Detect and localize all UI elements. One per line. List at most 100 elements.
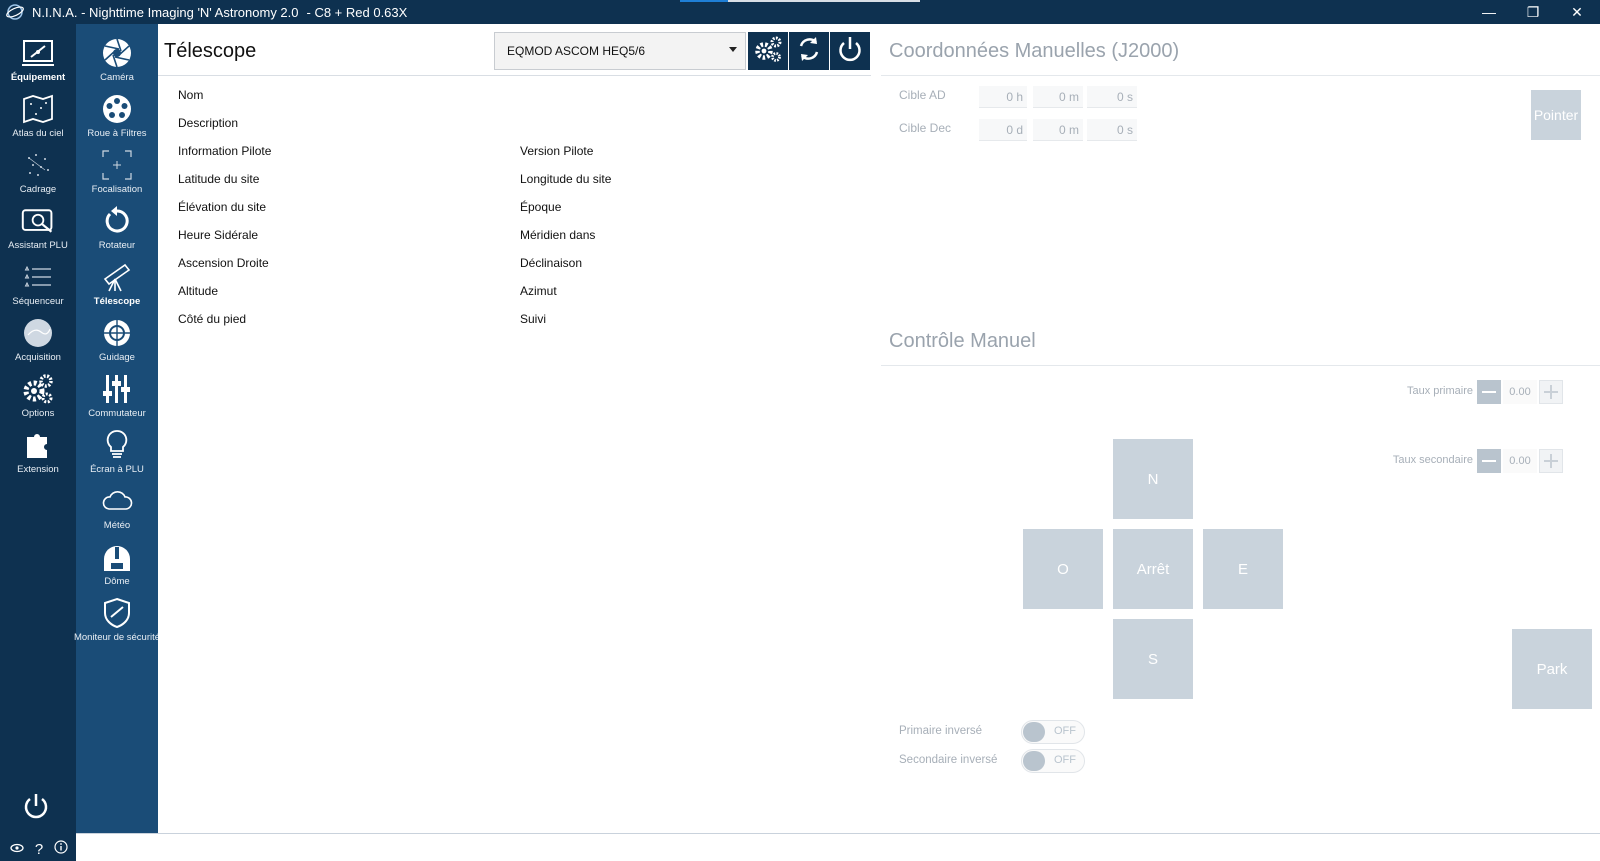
move-east-button[interactable]: E xyxy=(1203,529,1283,609)
nav-sky-atlas[interactable]: Atlas du ciel xyxy=(0,88,76,144)
nav-dome[interactable]: Dôme xyxy=(76,536,158,592)
filter-wheel-icon xyxy=(100,92,134,126)
property-label-epoch: Époque xyxy=(520,200,562,214)
nav-imaging[interactable]: Acquisition xyxy=(0,312,76,368)
framing-icon xyxy=(21,148,55,182)
telescope-header: Télescope EQMOD ASCOM HEQ5/6 xyxy=(158,24,871,76)
divider xyxy=(881,75,1600,76)
secondary-reversed-toggle[interactable]: OFF xyxy=(1021,749,1085,773)
nav-weather[interactable]: Météo xyxy=(76,480,158,536)
nav-telescope[interactable]: Télescope xyxy=(76,256,158,312)
sequencer-icon xyxy=(21,260,55,294)
property-label-right-ascension: Ascension Droite xyxy=(178,256,269,270)
move-south-button[interactable]: S xyxy=(1113,619,1193,699)
window-title: N.I.N.A. - Nighttime Imaging 'N' Astrono… xyxy=(32,4,299,20)
property-label-driver-info: Information Pilote xyxy=(178,144,272,158)
primary-reversed-label: Primaire inversé xyxy=(899,725,983,737)
rescan-devices-button[interactable] xyxy=(789,32,829,70)
nav-flat-panel[interactable]: Écran à PLU xyxy=(76,424,158,480)
sky-atlas-icon xyxy=(21,92,55,126)
property-label-altitude: Altitude xyxy=(178,284,219,298)
nav-options[interactable]: Options xyxy=(0,368,76,424)
nav-framing[interactable]: Cadrage xyxy=(0,144,76,200)
dome-icon xyxy=(100,540,134,574)
main-content: Télescope EQMOD ASCOM HEQ5/6 Nom Descrip… xyxy=(158,24,1600,833)
toggle-knob xyxy=(1023,751,1045,771)
nav-rotator[interactable]: Rotateur xyxy=(76,200,158,256)
target-dec-degrees[interactable]: 0 d xyxy=(979,119,1027,141)
divider xyxy=(881,365,1600,366)
help-icon[interactable]: ? xyxy=(35,841,43,858)
nav-camera[interactable]: Caméra xyxy=(76,32,158,88)
connect-button[interactable] xyxy=(830,32,870,70)
property-label-site-latitude: Latitude du site xyxy=(178,172,260,186)
equipment-icon xyxy=(21,36,55,70)
nav-switch[interactable]: Commutateur xyxy=(76,368,158,424)
plugin-icon xyxy=(21,428,55,462)
page-title: Télescope xyxy=(164,40,257,62)
stop-button[interactable]: Arrêt xyxy=(1113,529,1193,609)
park-button[interactable]: Park xyxy=(1512,629,1592,709)
primary-rate-input[interactable]: 0.00 xyxy=(1503,380,1537,404)
status-bar xyxy=(76,833,1600,861)
switch-icon xyxy=(100,372,134,406)
camera-icon xyxy=(100,36,134,70)
nav-guider[interactable]: Guidage xyxy=(76,312,158,368)
telescope-icon xyxy=(100,260,134,294)
focuser-icon xyxy=(100,148,134,182)
secondary-rate-increase-button[interactable] xyxy=(1539,449,1563,473)
move-north-button[interactable]: N xyxy=(1113,439,1193,519)
device-settings-button[interactable] xyxy=(748,32,788,70)
primary-rate-increase-button[interactable] xyxy=(1539,380,1563,404)
device-selector[interactable]: EQMOD ASCOM HEQ5/6 xyxy=(494,32,746,70)
imaging-icon xyxy=(21,316,55,350)
nav-sequencer[interactable]: Séquenceur xyxy=(0,256,76,312)
target-ra-seconds[interactable]: 0 s xyxy=(1087,86,1137,108)
secondary-reversed-label: Secondaire inversé xyxy=(899,754,998,766)
property-label-site-elevation: Élévation du site xyxy=(178,200,267,214)
property-label-driver-version: Version Pilote xyxy=(520,144,594,158)
slew-button[interactable]: Pointer xyxy=(1531,90,1581,140)
property-label-name: Nom xyxy=(178,88,204,102)
target-ra-minutes[interactable]: 0 m xyxy=(1033,86,1083,108)
equipment-nav: Caméra Roue à Filtres Focalisation Rotat… xyxy=(74,24,160,833)
move-west-button[interactable]: O xyxy=(1023,529,1103,609)
minimize-button[interactable]: — xyxy=(1466,0,1512,24)
secondary-rate-input[interactable]: 0.00 xyxy=(1503,449,1537,473)
nav-equipment[interactable]: Équipement xyxy=(0,32,76,88)
safety-monitor-icon xyxy=(100,596,134,630)
guider-icon xyxy=(100,316,134,350)
nav-plugins[interactable]: Extension xyxy=(0,424,76,480)
property-label-tracking: Suivi xyxy=(520,312,547,326)
title-bar: N.I.N.A. - Nighttime Imaging 'N' Astrono… xyxy=(0,0,1600,24)
property-label-sidereal-time: Heure Sidérale xyxy=(178,228,259,242)
progress-bar xyxy=(680,0,920,2)
property-label-azimuth: Azimut xyxy=(520,284,557,298)
close-button[interactable]: ✕ xyxy=(1554,0,1600,24)
power-icon[interactable] xyxy=(18,788,54,824)
device-selector-value: EQMOD ASCOM HEQ5/6 xyxy=(507,44,646,58)
target-ra-hours[interactable]: 0 h xyxy=(979,86,1027,108)
eye-icon[interactable] xyxy=(9,840,24,858)
secondary-rate-label: Taux secondaire xyxy=(1392,454,1473,466)
toggle-state: OFF xyxy=(1054,725,1076,737)
target-dec-minutes[interactable]: 0 m xyxy=(1033,119,1083,141)
bottom-toolbar: ? xyxy=(4,839,74,859)
primary-rate-decrease-button[interactable] xyxy=(1477,380,1501,404)
toggle-state: OFF xyxy=(1054,754,1076,766)
info-icon[interactable] xyxy=(54,839,68,859)
nav-flat-wizard[interactable]: Assistant PLU xyxy=(0,200,76,256)
refresh-icon xyxy=(794,34,824,69)
property-label-declination: Déclinaison xyxy=(520,256,583,270)
primary-reversed-toggle[interactable]: OFF xyxy=(1021,720,1085,744)
secondary-rate-decrease-button[interactable] xyxy=(1477,449,1501,473)
nav-filter-wheel[interactable]: Roue à Filtres xyxy=(76,88,158,144)
flat-panel-icon xyxy=(100,428,134,462)
property-label-site-longitude: Longitude du site xyxy=(520,172,612,186)
maximize-button[interactable]: ❐ xyxy=(1510,0,1556,24)
power-icon xyxy=(835,34,865,69)
nav-safety-monitor[interactable]: Moniteur de sécurité xyxy=(74,592,160,648)
target-dec-seconds[interactable]: 0 s xyxy=(1087,119,1137,141)
nav-focuser[interactable]: Focalisation xyxy=(76,144,158,200)
weather-icon xyxy=(100,484,134,518)
